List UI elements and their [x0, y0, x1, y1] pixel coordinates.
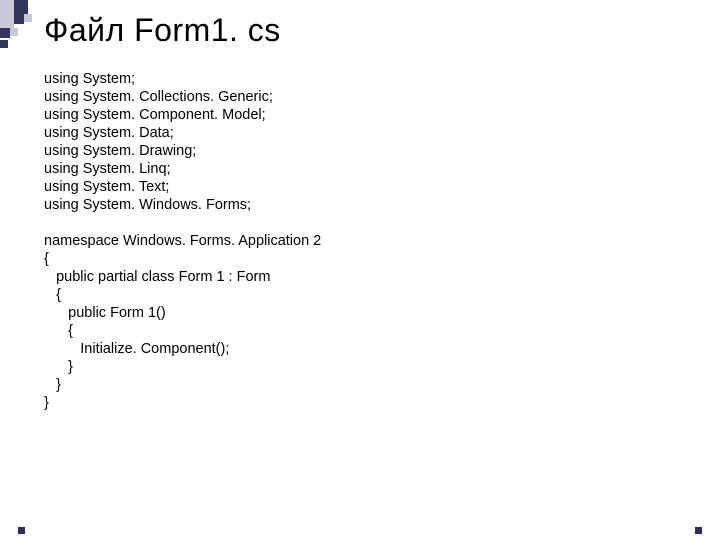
- code-block: using System; using System. Collections.…: [44, 70, 321, 412]
- footer-bullet-icon: [18, 527, 25, 534]
- footer-bullet-icon: [695, 527, 702, 534]
- slide-title: Файл Form1. cs: [44, 12, 281, 49]
- corner-decoration: [0, 0, 40, 60]
